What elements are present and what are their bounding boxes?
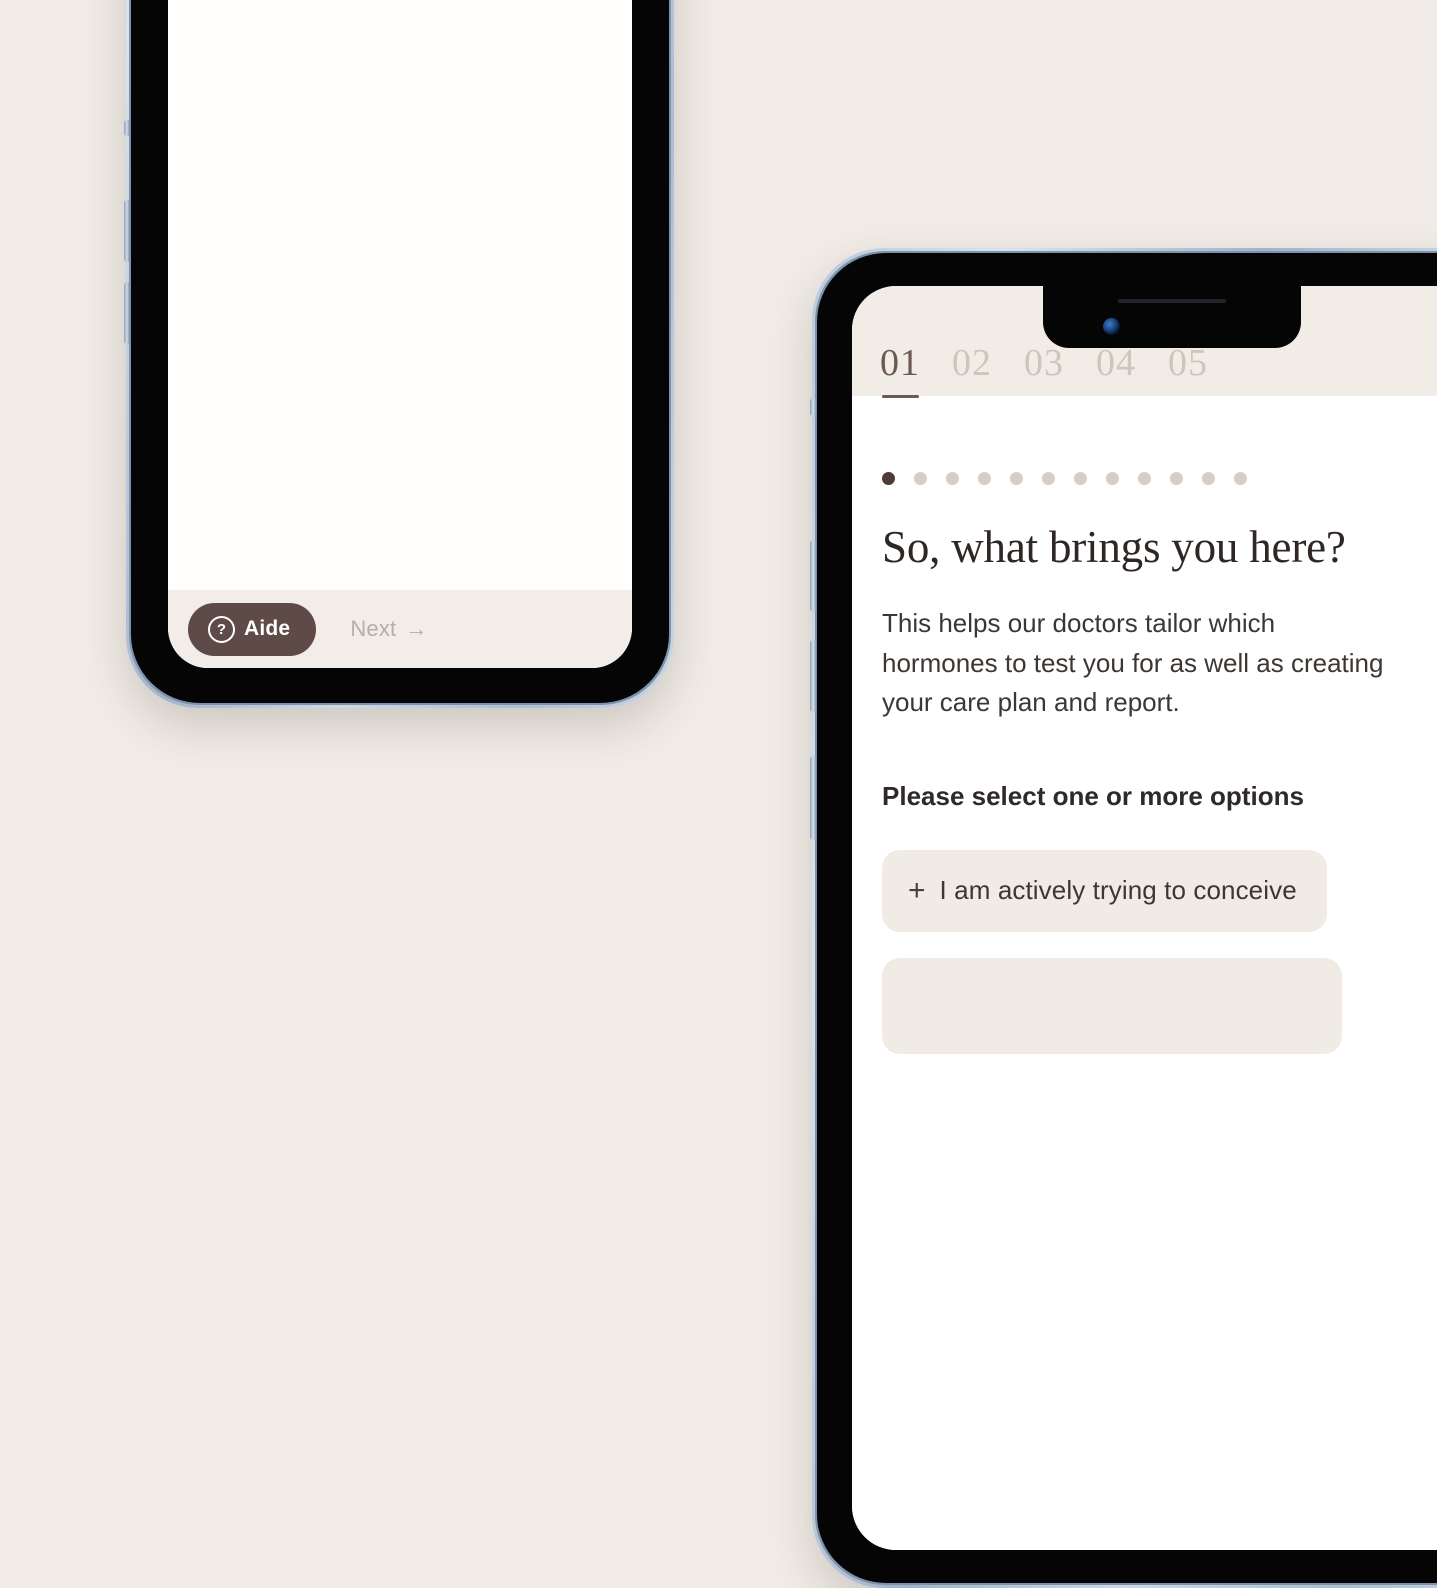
page-description-line: hormones to test you for as well as crea… [882, 647, 1384, 678]
left-bottom-bar: ? Aide Next → [168, 590, 632, 668]
right-screen-content: So, what brings you here? This helps our… [852, 396, 1437, 1550]
progress-dot [1074, 472, 1087, 485]
right-phone-mute-switch[interactable] [810, 398, 816, 416]
select-prompt: Please select one or more options [882, 780, 1304, 811]
left-phone-screen: Please select one or more options + I am… [168, 0, 632, 668]
question-mark-circle-icon: ? [208, 615, 235, 643]
arrow-right-icon: → [405, 616, 428, 641]
step-03[interactable]: 03 [1024, 344, 1064, 390]
left-phone-volume-down-button[interactable] [124, 282, 129, 344]
right-phone-volume-up-button[interactable] [810, 540, 816, 612]
step-05[interactable]: 05 [1168, 344, 1208, 390]
page-description-line: your care plan and report. [882, 687, 1180, 718]
left-phone-mute-switch[interactable] [124, 120, 129, 136]
right-phone-mockup: 01 02 03 04 05 So, what brings you here?… [810, 248, 1437, 1588]
left-options-list: + I am actively trying to conceive + I a… [188, 0, 612, 15]
left-phone-volume-up-button[interactable] [124, 200, 129, 262]
next-button[interactable]: Next → [350, 616, 427, 642]
right-phone-screen: 01 02 03 04 05 So, what brings you here?… [852, 286, 1437, 1550]
progress-dot [882, 472, 895, 485]
progress-dot [914, 472, 927, 485]
page-description-line: This helps our doctors tailor which [882, 608, 1276, 639]
left-phone-mockup: Please select one or more options + I am… [124, 0, 674, 708]
phone-notch [1043, 286, 1301, 348]
step-list: 01 02 03 04 05 [880, 344, 1208, 398]
progress-dot [1202, 472, 1215, 485]
progress-dots [882, 396, 1437, 485]
progress-dot [1042, 472, 1055, 485]
page-description: This helps our doctors tailor which horm… [882, 604, 1437, 723]
right-options-list: + I am actively trying to conceive [882, 849, 1437, 1054]
step-02[interactable]: 02 [952, 344, 992, 390]
page-title: So, what brings you here? [882, 522, 1346, 572]
plus-icon: + [908, 873, 926, 907]
progress-dot [1010, 472, 1023, 485]
left-screen-content: Please select one or more options + I am… [168, 0, 632, 590]
progress-dot [1138, 472, 1151, 485]
right-phone-action-button[interactable] [810, 756, 816, 840]
aide-button[interactable]: ? Aide [188, 602, 317, 656]
progress-dot [1234, 472, 1247, 485]
option-chip-conceive[interactable]: + I am actively trying to conceive [882, 849, 1327, 932]
front-camera-icon [1103, 318, 1120, 335]
progress-dot [1106, 472, 1119, 485]
option-chip-label: I am actively trying to conceive [939, 874, 1297, 905]
progress-dot [978, 472, 991, 485]
earpiece-speaker-icon [1118, 299, 1226, 303]
step-04[interactable]: 04 [1096, 344, 1136, 390]
progress-dot [1170, 472, 1183, 485]
step-01[interactable]: 01 [880, 344, 920, 398]
option-chip-next[interactable] [882, 957, 1342, 1054]
right-phone-volume-down-button[interactable] [810, 640, 816, 712]
next-button-label: Next [350, 616, 397, 641]
aide-button-label: Aide [244, 617, 291, 640]
progress-dot [946, 472, 959, 485]
